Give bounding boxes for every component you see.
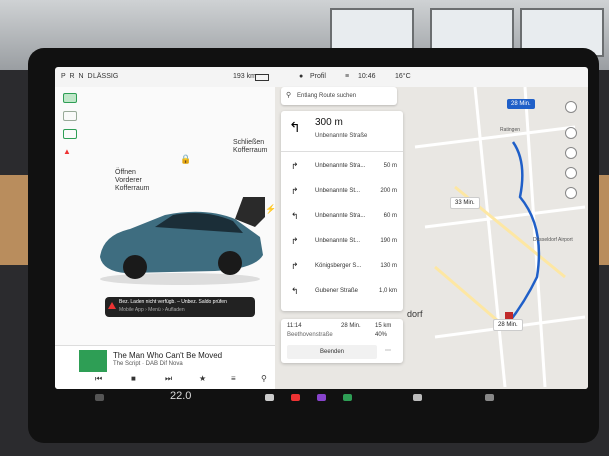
music-icon[interactable] <box>291 394 300 401</box>
battery-icon <box>255 74 269 81</box>
status-bar: P R N D LÄSSIG 193 km ● Profil ≡ 10:46 1… <box>55 67 588 87</box>
nav-step[interactable]: ↱ Unbenannte St... 190 m <box>281 230 403 252</box>
turn-left-icon: ↰ <box>291 211 299 221</box>
song-artist: The Script · DAB Dif Nova <box>113 361 183 367</box>
lte-icon: ≡ <box>345 73 350 80</box>
car-illustration <box>100 197 265 285</box>
step-distance: 1,0 km <box>378 288 397 294</box>
next-maneuver-distance: 300 m <box>315 117 343 128</box>
parking-light-icon[interactable] <box>63 129 77 139</box>
clock: 10:46 <box>358 73 376 80</box>
stop-icon[interactable]: ■ <box>131 374 136 383</box>
album-art <box>79 350 107 372</box>
route-eta-bubble[interactable]: 28 Min. <box>507 99 535 109</box>
app-icon[interactable] <box>265 394 274 401</box>
favorite-icon[interactable]: ★ <box>199 374 206 383</box>
volume-icon[interactable] <box>485 394 494 401</box>
step-distance: 130 m <box>380 263 397 269</box>
step-street: Unbenannte Stra... <box>315 213 366 219</box>
search-icon[interactable]: ⚲ <box>261 374 267 383</box>
car-status-panel: ▲ Öffnen Vorderer Kofferraum Schließen K… <box>55 87 276 345</box>
step-street: Unbenannte St... <box>315 238 361 244</box>
nav-step[interactable]: ↰ Gubener Straße 1,0 km <box>281 280 403 302</box>
navigate-icon[interactable] <box>565 187 577 199</box>
nav-step[interactable]: ↰ Unbenannte Stra... 60 m <box>281 205 403 227</box>
alert-subtitle: Mobile App › Menü › Aufladen <box>119 307 185 313</box>
destination-name: Beethovenstraße <box>287 332 333 338</box>
range-readout: 193 km <box>233 73 256 80</box>
cabin-temperature[interactable]: 22.0 <box>170 390 191 402</box>
nav-step[interactable]: ↱ Unbenannte Stra... 50 m <box>281 155 403 177</box>
map-place-label: Düsseldorf Airport <box>533 237 573 243</box>
step-street: Gubener Straße <box>315 288 359 294</box>
next-maneuver-street: Unbenannte Straße <box>315 133 368 139</box>
drive-mode: LÄSSIG <box>93 73 119 80</box>
lock-icon[interactable]: 🔒 <box>180 155 191 164</box>
nav-step[interactable]: ↱ Königsberger S... 130 m <box>281 255 403 277</box>
warning-icon <box>108 302 116 309</box>
arrival-time: 11:14 <box>287 323 302 329</box>
rear-trunk-button[interactable]: Schließen Kofferraum <box>233 139 268 155</box>
map-place-label: dorf <box>407 309 423 319</box>
step-distance: 60 m <box>383 213 397 219</box>
step-street: Unbenannte Stra... <box>315 163 366 169</box>
nav-step[interactable]: ↱ Unbenannte St... 200 m <box>281 180 403 202</box>
rear-wheel <box>218 251 242 275</box>
headlight-icon[interactable] <box>63 93 77 103</box>
front-trunk-button[interactable]: Öffnen Vorderer Kofferraum <box>115 169 150 193</box>
route-search-bar[interactable]: ⚲ Entlang Route suchen <box>281 87 397 105</box>
step-distance: 190 m <box>380 238 397 244</box>
step-distance: 200 m <box>380 188 397 194</box>
app-dock <box>55 389 588 405</box>
equalizer-icon[interactable]: ≡ <box>231 374 236 383</box>
alert-title: Bez. Laden nicht verfügb. – Unbez. Saldo… <box>119 299 227 305</box>
turn-right-icon: ↱ <box>291 236 299 246</box>
arrival-battery: 40% <box>375 332 388 338</box>
alternate-route-bubble[interactable]: 33 Min. <box>450 197 480 209</box>
charging-alert[interactable]: Bez. Laden nicht verfügb. – Unbez. Saldo… <box>105 297 255 317</box>
gear-selector: P R N D <box>61 73 94 80</box>
turn-right-icon: ↱ <box>291 186 299 196</box>
calendar-icon[interactable] <box>413 394 422 401</box>
step-street: Königsberger S... <box>315 263 362 269</box>
fog-light-icon[interactable] <box>63 111 77 121</box>
map-settings-icon[interactable] <box>565 127 577 139</box>
podcast-icon[interactable] <box>317 394 326 401</box>
status-icon-column: ▲ <box>63 93 77 163</box>
turn-right-icon: ↱ <box>291 161 299 171</box>
time-remaining: 28 Min. <box>341 323 361 329</box>
route-search-input[interactable]: Entlang Route suchen <box>297 93 356 99</box>
end-navigation-button[interactable]: Beenden <box>287 345 377 359</box>
outside-temperature: 16°C <box>395 73 411 80</box>
turn-left-icon: ↰ <box>291 286 299 296</box>
search-icon: ⚲ <box>286 92 292 99</box>
seatbelt-icon: ▲ <box>63 147 71 156</box>
turn-by-turn-panel: ↰ 300 m Unbenannte Straße ↱ Unbenannte St… <box>281 111 403 311</box>
more-options-icon[interactable]: ⋯ <box>385 347 391 354</box>
next-icon[interactable]: ⏭ <box>165 374 172 384</box>
car-icon[interactable] <box>95 394 104 401</box>
touchscreen: P R N D LÄSSIG 193 km ● Profil ≡ 10:46 1… <box>55 67 588 389</box>
front-wheel <box>123 255 147 279</box>
media-player: The Man Who Can't Be Moved The Script · … <box>55 345 275 389</box>
map-place-label: Ratingen <box>500 127 521 133</box>
step-street: Unbenannte St... <box>315 188 361 194</box>
turn-left-icon: ↰ <box>289 119 301 135</box>
step-distance: 50 m <box>383 163 397 169</box>
compass-icon[interactable] <box>565 101 577 113</box>
song-title: The Man Who Can't Be Moved <box>113 351 223 360</box>
pin-icon[interactable] <box>565 167 577 179</box>
charger-icon[interactable] <box>565 147 577 159</box>
trip-summary: 11:14 28 Min. 15 km Beethovenstraße 40% … <box>281 319 403 363</box>
navigation-map[interactable]: ⚲ Entlang Route suchen ↰ 300 m Unbenannt… <box>275 87 588 389</box>
person-icon[interactable]: ● <box>299 73 303 80</box>
turn-right-icon: ↱ <box>291 261 299 271</box>
phone-icon[interactable] <box>343 394 352 401</box>
distance-remaining: 15 km <box>375 323 392 329</box>
profile-button[interactable]: Profil <box>310 73 326 80</box>
previous-icon[interactable]: ⏮ <box>95 374 102 384</box>
car-shadow <box>100 273 260 285</box>
route-eta-bubble-bottom[interactable]: 28 Min. <box>493 319 523 331</box>
next-maneuver: ↰ 300 m Unbenannte Straße <box>281 111 403 152</box>
